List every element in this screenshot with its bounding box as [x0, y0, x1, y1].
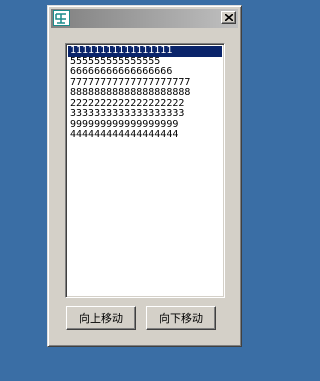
items-listbox[interactable]: 11111111111111111 555555555555555 666666…	[65, 43, 225, 298]
move-down-button[interactable]: 向下移动	[146, 306, 216, 330]
list-item[interactable]: 11111111111111111	[68, 46, 222, 57]
dialog-window: 11111111111111111 555555555555555 666666…	[47, 5, 242, 347]
list-item[interactable]: 3333333333333333333	[68, 109, 222, 120]
list-item[interactable]: 88888888888888888888	[68, 88, 222, 99]
title-bar[interactable]	[51, 9, 238, 28]
list-item[interactable]: 555555555555555	[68, 57, 222, 68]
move-up-button[interactable]: 向上移动	[66, 306, 136, 330]
list-item[interactable]: 444444444444444444	[68, 130, 222, 141]
close-button[interactable]	[221, 11, 236, 24]
list-item[interactable]: 2222222222222222222	[68, 99, 222, 110]
list-item[interactable]: 66666666666666666	[68, 67, 222, 78]
app-icon	[53, 10, 70, 26]
list-item[interactable]: 999999999999999999	[68, 120, 222, 131]
list-item[interactable]: 77777777777777777777	[68, 78, 222, 89]
